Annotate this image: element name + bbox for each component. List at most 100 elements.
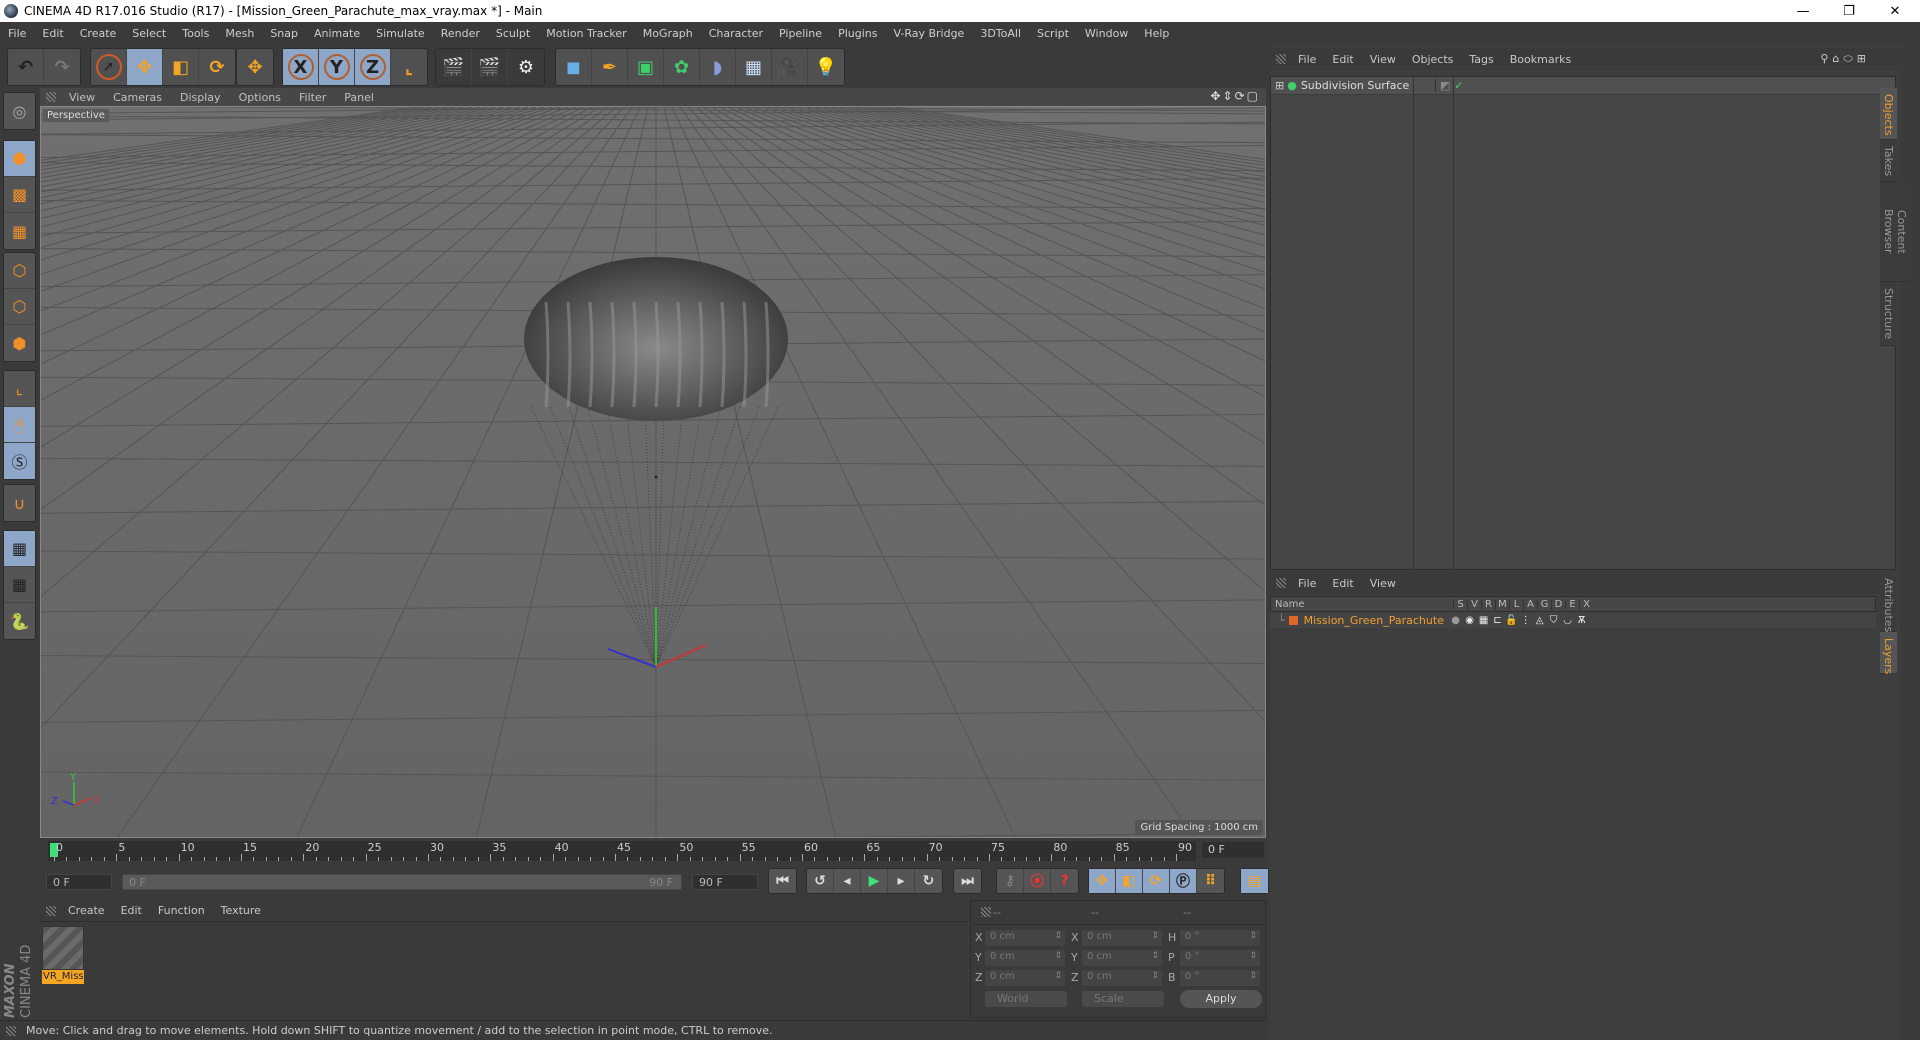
column-name[interactable]: Name <box>1271 599 1453 610</box>
rotate-icon[interactable]: ⟳ <box>199 49 235 85</box>
axis-mode-icon[interactable]: ⌞ <box>4 371 35 407</box>
undo-icon[interactable]: ↶ <box>8 49 44 85</box>
menu-3dtoall[interactable]: 3DToAll <box>972 27 1029 40</box>
render-to-picture-viewer-icon[interactable]: 🎬 <box>472 49 508 85</box>
column-deformers[interactable]: D <box>1551 598 1565 610</box>
panel-grip-icon[interactable] <box>6 1025 16 1036</box>
menu-edit[interactable]: Edit <box>34 27 71 40</box>
menu-motion-tracker[interactable]: Motion Tracker <box>538 27 634 40</box>
coordinate-system-icon[interactable]: ⌞ <box>391 49 427 85</box>
search-icon[interactable]: ⚲ <box>1820 52 1832 65</box>
cube-icon[interactable]: ◼ <box>556 49 592 85</box>
frame-range-slider[interactable]: 0 F 90 F <box>122 874 682 890</box>
current-frame-field[interactable]: 0 F <box>1202 842 1264 858</box>
pan-icon[interactable]: ✥ <box>1210 89 1222 103</box>
close-button[interactable]: ✕ <box>1872 0 1918 22</box>
column-generators[interactable]: G <box>1537 598 1551 610</box>
column-expressions[interactable]: E <box>1565 598 1579 610</box>
rotation-p-field[interactable]: 0 ° <box>1180 950 1260 966</box>
goto-start-icon[interactable]: ⏮ <box>769 869 796 893</box>
size-mode-dropdown[interactable]: Scale <box>1082 991 1164 1007</box>
generators-toggle-icon[interactable]: ◬ <box>1533 615 1547 626</box>
objects-menu-bookmarks[interactable]: Bookmarks <box>1502 53 1579 66</box>
pen-spline-icon[interactable]: ✒ <box>592 49 628 85</box>
model-mode-icon[interactable]: ⬢ <box>4 141 35 177</box>
keyframe-selection-icon[interactable]: ? <box>1051 869 1078 893</box>
timeline-window-icon[interactable]: ▤ <box>1241 869 1268 893</box>
tab-layers[interactable]: Layers <box>1880 632 1897 674</box>
menu-render[interactable]: Render <box>433 27 488 40</box>
objects-menu-file[interactable]: File <box>1290 53 1324 66</box>
tab-attributes[interactable]: Attributes <box>1880 572 1897 632</box>
workplane-align-icon[interactable]: ▦ <box>4 567 35 603</box>
camera-icon[interactable]: 🎥 <box>772 49 808 85</box>
eye-icon[interactable]: ⬭ <box>1843 52 1856 65</box>
restore-button[interactable]: ❐ <box>1826 0 1872 22</box>
menu-select[interactable]: Select <box>124 27 174 40</box>
viewport-menu-panel[interactable]: Panel <box>335 91 383 104</box>
layer-tag-icon[interactable]: ◩ <box>1434 79 1450 92</box>
column-manager[interactable]: M <box>1495 598 1509 610</box>
position-x-field[interactable]: 0 cm <box>985 930 1065 946</box>
coordinate-mode-dropdown[interactable]: World <box>985 991 1067 1007</box>
position-z-field[interactable]: 0 cm <box>985 970 1065 986</box>
position-y-field[interactable]: 0 cm <box>985 950 1065 966</box>
menu-character[interactable]: Character <box>701 27 771 40</box>
material-menu-function[interactable]: Function <box>150 904 213 917</box>
animation-toggle-icon[interactable]: ⋮ <box>1519 615 1533 626</box>
viewport-menu-display[interactable]: Display <box>171 91 230 104</box>
object-row[interactable]: ⊞ ● Subdivision Surface ◩ ✓ <box>1271 77 1895 95</box>
panel-grip-icon[interactable] <box>46 92 56 102</box>
objects-menu-tags[interactable]: Tags <box>1461 53 1501 66</box>
panel-grip-icon[interactable] <box>1276 578 1286 588</box>
panel-grip-icon[interactable] <box>981 907 991 917</box>
solo-icon[interactable]: Ⓢ <box>4 443 35 479</box>
cloner-icon[interactable]: ✿ <box>664 49 700 85</box>
subdivision-icon[interactable]: ▣ <box>628 49 664 85</box>
column-solo[interactable]: S <box>1453 598 1467 610</box>
panel-grip-icon[interactable] <box>1276 54 1286 64</box>
menu-vray-bridge[interactable]: V-Ray Bridge <box>885 27 972 40</box>
new-window-icon[interactable]: ⊞ <box>1857 52 1870 65</box>
redo-icon[interactable]: ↷ <box>44 49 80 85</box>
objects-menu-view[interactable]: View <box>1362 53 1404 66</box>
timeline-ruler[interactable]: 0 5 10 15 20 25 30 35 40 45 50 55 60 65 70 75 80 85 90 <box>48 841 1196 861</box>
menu-mesh[interactable]: Mesh <box>217 27 262 40</box>
expressions-toggle-icon[interactable]: ◡ <box>1561 615 1575 626</box>
key-scale-icon[interactable]: ◧ <box>1116 869 1143 893</box>
material-item[interactable]: VR_Miss <box>42 926 84 984</box>
rotation-h-field[interactable]: 0 ° <box>1180 930 1260 946</box>
manager-toggle-icon[interactable]: ⊏ <box>1491 615 1505 626</box>
lock-toggle-icon[interactable]: 🔓 <box>1505 615 1519 626</box>
autokey-icon[interactable]: ⦿ <box>1024 869 1051 893</box>
layer-color-swatch[interactable] <box>1288 615 1298 625</box>
material-menu-texture[interactable]: Texture <box>213 904 269 917</box>
texture-mode-icon[interactable]: ▩ <box>4 177 35 213</box>
move-recent-icon[interactable]: ✥ <box>237 49 273 85</box>
play-icon[interactable]: ▶ <box>861 869 888 893</box>
points-mode-icon[interactable]: ⬡ <box>4 253 35 289</box>
light-icon[interactable]: 💡 <box>808 49 844 85</box>
menu-animate[interactable]: Animate <box>306 27 368 40</box>
menu-file[interactable]: File <box>0 27 34 40</box>
minimize-button[interactable]: — <box>1780 0 1826 22</box>
goto-next-key-icon[interactable]: ↻ <box>915 869 942 893</box>
key-parameter-icon[interactable]: Ⓟ <box>1170 869 1197 893</box>
viewport-menu-view[interactable]: View <box>60 91 104 104</box>
viewport-menu-cameras[interactable]: Cameras <box>104 91 171 104</box>
viewport-perspective[interactable]: Y X Z Perspective Grid Spacing : 1000 cm <box>40 106 1266 838</box>
size-y-field[interactable]: 0 cm <box>1082 950 1162 966</box>
workplane-lock-icon[interactable]: ▦ <box>4 531 35 567</box>
maximize-view-icon[interactable]: ▢ <box>1247 89 1260 103</box>
expand-icon[interactable]: ⊞ <box>1275 79 1284 92</box>
snap-icon[interactable]: ∪ <box>4 485 35 521</box>
z-axis-lock-button[interactable]: Z <box>355 49 391 85</box>
menu-mograph[interactable]: MoGraph <box>635 27 701 40</box>
menu-help[interactable]: Help <box>1136 27 1177 40</box>
xref-toggle-icon[interactable]: Ѫ <box>1575 615 1589 626</box>
edges-mode-icon[interactable]: ⬡ <box>4 289 35 325</box>
enabled-check-icon[interactable]: ✓ <box>1454 79 1463 92</box>
menu-plugins[interactable]: Plugins <box>830 27 885 40</box>
goto-previous-key-icon[interactable]: ↺ <box>807 869 834 893</box>
render-settings-icon[interactable]: ⚙ <box>508 49 544 85</box>
